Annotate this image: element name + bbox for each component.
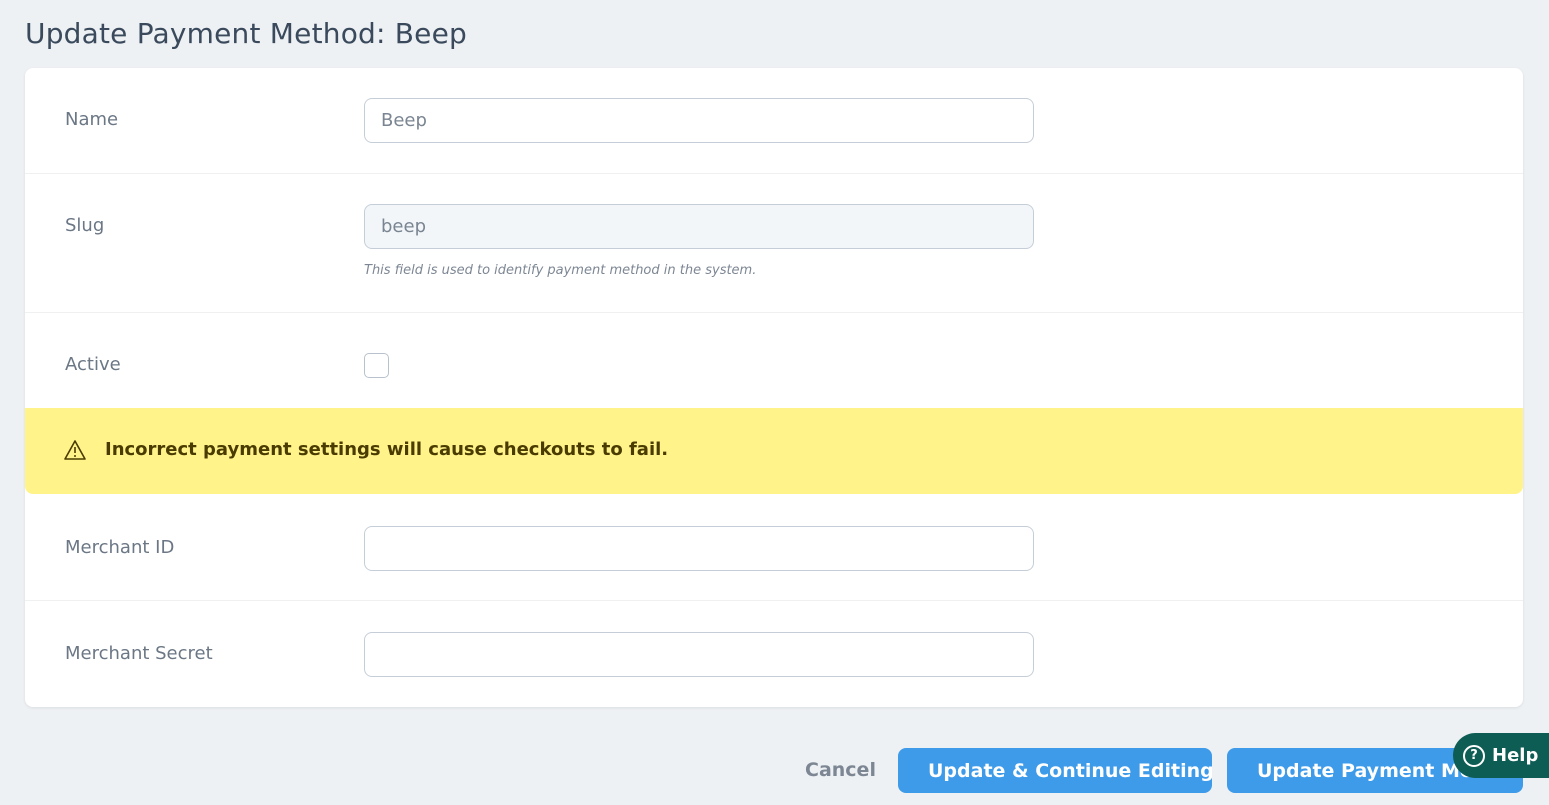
question-circle-icon: ? [1463, 744, 1485, 767]
active-label: Active [65, 354, 121, 375]
update-continue-button[interactable]: Update & Continue Editing [898, 748, 1212, 793]
merchant-id-label: Merchant ID [65, 537, 175, 558]
page-title: Update Payment Method: Beep [25, 17, 467, 50]
name-row: Name [25, 68, 1523, 174]
slug-hint: This field is used to identify payment m… [364, 263, 757, 278]
warning-text: Incorrect payment settings will cause ch… [105, 439, 669, 460]
slug-row: Slug This field is used to identify paym… [25, 174, 1523, 313]
slug-label: Slug [65, 215, 105, 236]
warning-banner: Incorrect payment settings will cause ch… [25, 408, 1523, 494]
help-label: Help [1492, 745, 1539, 766]
active-row: Active [25, 313, 1523, 408]
merchant-id-row: Merchant ID [25, 495, 1523, 601]
payment-method-form: Name Slug This field is used to identify… [25, 68, 1523, 707]
name-input[interactable] [364, 98, 1034, 143]
help-button[interactable]: ? Help [1453, 733, 1549, 778]
merchant-secret-input[interactable] [364, 632, 1034, 677]
merchant-secret-label: Merchant Secret [65, 643, 213, 664]
slug-input[interactable] [364, 204, 1034, 249]
cancel-button[interactable]: Cancel [805, 759, 876, 781]
page: Update Payment Method: Beep Name Slug Th… [0, 0, 1549, 805]
merchant-id-input[interactable] [364, 526, 1034, 571]
merchant-secret-row: Merchant Secret [25, 601, 1523, 707]
active-checkbox[interactable] [364, 353, 389, 378]
name-label: Name [65, 109, 119, 130]
warning-triangle-icon [64, 440, 86, 460]
